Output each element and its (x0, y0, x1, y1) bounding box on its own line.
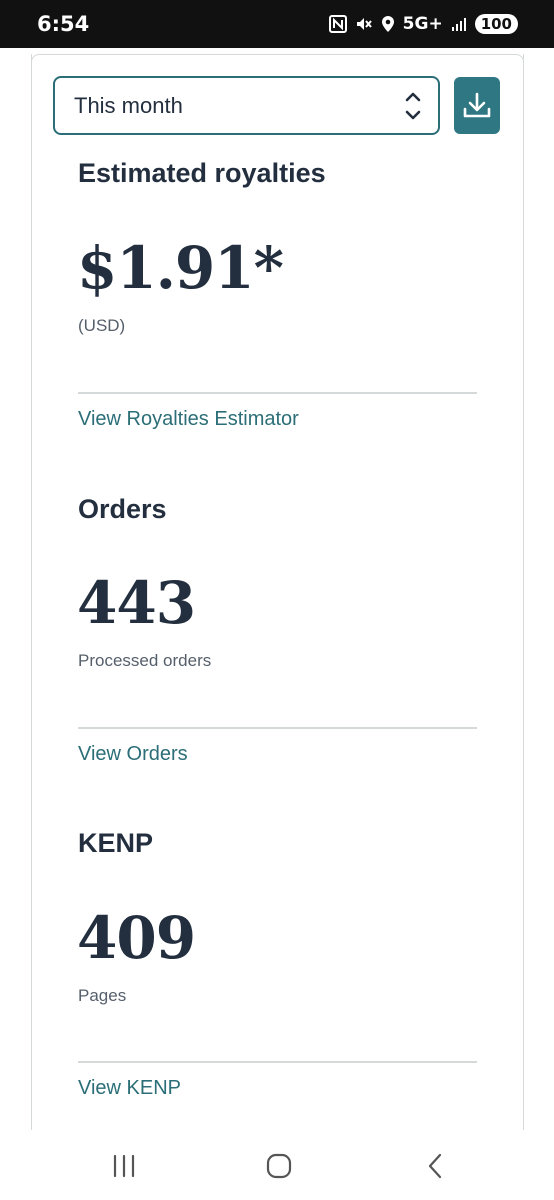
date-range-select[interactable]: This month (53, 76, 440, 135)
view-orders-link[interactable]: View Orders (78, 743, 188, 766)
network-label: 5G+ (402, 14, 443, 34)
mute-icon (356, 18, 372, 30)
date-range-value: This month (74, 92, 183, 118)
royalties-divider (78, 392, 477, 394)
home-icon (266, 1153, 292, 1179)
status-time: 6:54 (37, 12, 90, 36)
kenp-value: 409 (77, 904, 196, 972)
back-button[interactable] (415, 1150, 455, 1182)
royalties-currency: (USD) (78, 316, 126, 335)
nfc-icon (328, 15, 347, 33)
orders-title: Orders (78, 494, 167, 524)
recent-apps-button[interactable] (104, 1150, 144, 1182)
sort-arrows-icon (405, 92, 421, 119)
kenp-label: Pages (78, 986, 127, 1005)
recent-apps-icon (113, 1154, 135, 1178)
view-royalties-estimator-link[interactable]: View Royalties Estimator (78, 408, 299, 431)
view-kenp-link[interactable]: View KENP (78, 1077, 181, 1100)
status-bar: 6:54 5G+ 100 (0, 0, 554, 48)
royalties-value: $1.91* (77, 234, 284, 302)
location-icon (381, 16, 394, 32)
back-icon (428, 1153, 442, 1179)
download-icon (463, 92, 491, 117)
kenp-title: KENP (78, 828, 154, 858)
home-button[interactable] (259, 1150, 299, 1182)
status-icons: 5G+ 100 (328, 14, 518, 34)
signal-icon (451, 18, 466, 31)
orders-divider (78, 727, 477, 729)
kenp-divider (78, 1061, 477, 1063)
royalties-title: Estimated royalties (78, 158, 326, 188)
orders-value: 443 (77, 569, 196, 637)
battery-badge: 100 (474, 14, 518, 34)
orders-label: Processed orders (78, 651, 212, 670)
download-button[interactable] (454, 77, 500, 134)
system-nav-bar (0, 1130, 554, 1200)
